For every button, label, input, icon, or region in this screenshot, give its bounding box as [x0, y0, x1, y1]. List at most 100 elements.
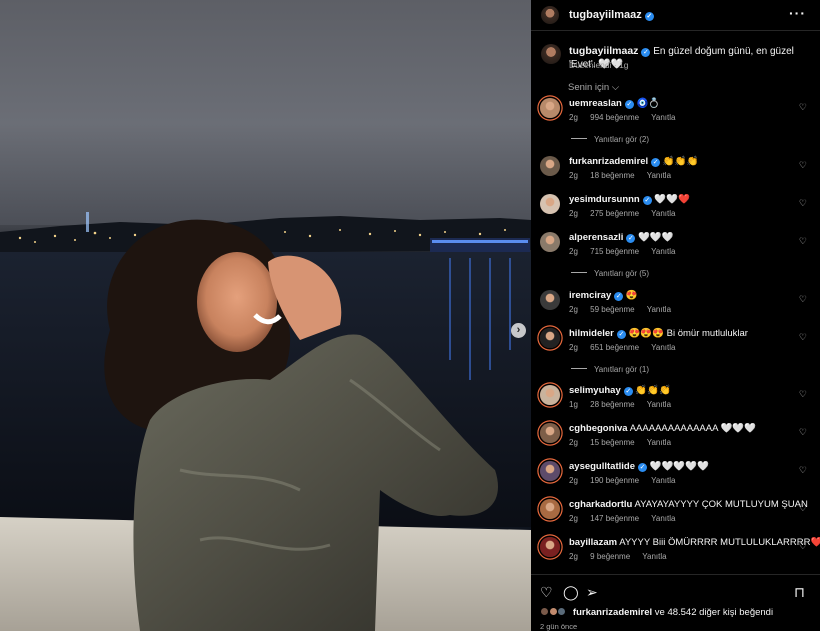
comment-body: 👏👏👏 — [635, 385, 671, 396]
comment-text-line: uemreaslan ✓ 🧿💍 — [569, 98, 789, 110]
comment-item: uemreaslan ✓ 🧿💍 2g 994 beğenme Yanıtla ♡ — [531, 98, 820, 136]
comment-likes[interactable]: 994 beğenme — [590, 113, 639, 122]
comment-text-line: iremciray ✓ 😍 — [569, 290, 789, 302]
comment-text-line: cghbegoniva AAAAAAAAAAAAAA 🤍🤍🤍 — [569, 423, 789, 435]
reply-button[interactable]: Yanıtla — [651, 343, 675, 352]
comment-item: hilmideler ✓ 😍😍😍 Bi ömür mutluluklar 2g 6… — [531, 328, 820, 366]
commenter-username[interactable]: alperensazli — [569, 232, 623, 243]
comment-meta: 2g 275 beğenme Yanıtla — [569, 209, 685, 218]
verified-badge-icon: ✓ — [623, 387, 633, 396]
chevron-down-icon: ⌵ — [611, 82, 620, 93]
comment-likes[interactable]: 28 beğenme — [590, 400, 634, 409]
comment-body: 🤍🤍🤍🤍🤍 — [649, 461, 709, 472]
comment-like-heart-icon[interactable]: ♡ — [799, 236, 807, 247]
more-options-icon[interactable]: ··· — [789, 5, 806, 21]
view-replies-button[interactable]: Yanıtları gör (5) — [571, 269, 649, 278]
comment-likes[interactable]: 18 beğenme — [590, 171, 634, 180]
commenter-username[interactable]: iremciray — [569, 290, 611, 301]
next-image-button[interactable]: › — [511, 323, 526, 338]
comment-age: 1g — [569, 400, 578, 409]
commenter-avatar[interactable] — [540, 232, 560, 252]
view-replies-button[interactable]: Yanıtları gör (1) — [571, 365, 649, 374]
comment-like-heart-icon[interactable]: ♡ — [799, 102, 807, 113]
comment-like-heart-icon[interactable]: ♡ — [799, 294, 807, 305]
author-avatar[interactable] — [541, 6, 559, 24]
commenter-avatar[interactable] — [540, 499, 560, 519]
comment-meta: 2g 190 beğenme Yanıtla — [569, 476, 685, 485]
comment-like-heart-icon[interactable]: ♡ — [799, 198, 807, 209]
reply-button[interactable]: Yanıtla — [651, 247, 675, 256]
commenter-avatar[interactable] — [540, 461, 560, 481]
comment-like-heart-icon[interactable]: ♡ — [799, 541, 807, 552]
view-replies-button[interactable]: Yanıtları gör (2) — [571, 135, 649, 144]
save-bookmark-icon[interactable]: ⊓ — [794, 584, 805, 601]
commenter-username[interactable]: furkanrizademirel — [569, 156, 648, 167]
reply-button[interactable]: Yanıtla — [642, 552, 666, 561]
reply-button[interactable]: Yanıtla — [647, 400, 671, 409]
comment-likes[interactable]: 190 beğenme — [590, 476, 639, 485]
comment-like-heart-icon[interactable]: ♡ — [799, 503, 807, 514]
reply-button[interactable]: Yanıtla — [651, 476, 675, 485]
comment-like-heart-icon[interactable]: ♡ — [799, 389, 807, 400]
commenter-avatar[interactable] — [540, 328, 560, 348]
verified-badge-icon: ✓ — [624, 100, 634, 109]
commenter-username[interactable]: selimyuhay — [569, 385, 621, 396]
comment-item: cghbegoniva AAAAAAAAAAAAAA 🤍🤍🤍 2g 15 beğ… — [531, 423, 820, 461]
author-username[interactable]: tugbayiilmaaz ✓ — [569, 9, 654, 21]
liked-by-user[interactable]: furkanrizademirel — [573, 607, 652, 618]
caption-avatar[interactable] — [541, 44, 561, 64]
comment-like-heart-icon[interactable]: ♡ — [799, 427, 807, 438]
reply-button[interactable]: Yanıtla — [647, 305, 671, 314]
commenter-avatar[interactable] — [540, 98, 560, 118]
verified-badge-icon: ✓ — [614, 292, 624, 301]
liker-avatar — [540, 607, 549, 616]
commenter-username[interactable]: cgharkadortlu — [569, 499, 632, 510]
comment-like-heart-icon[interactable]: ♡ — [799, 160, 807, 171]
comment-age: 2g — [569, 552, 578, 561]
comment-body: 👏👏👏 — [662, 156, 699, 167]
commenter-username[interactable]: cghbegoniva — [569, 423, 628, 434]
commenter-username[interactable]: hilmideler — [569, 328, 614, 339]
reply-button[interactable]: Yanıtla — [651, 113, 675, 122]
comment-body: 😍 — [625, 290, 638, 301]
comment-likes[interactable]: 147 beğenme — [590, 514, 639, 523]
comment-age: 2g — [569, 209, 578, 218]
commenter-avatar[interactable] — [540, 385, 560, 405]
comment-like-heart-icon[interactable]: ♡ — [799, 332, 807, 343]
commenter-username[interactable]: yesimdursunnn — [569, 194, 640, 205]
comment-likes[interactable]: 59 beğenme — [590, 305, 634, 314]
commenter-avatar[interactable] — [540, 156, 560, 176]
caption-username[interactable]: tugbayiilmaaz — [569, 45, 638, 57]
comment-icon[interactable]: ◯ — [563, 584, 579, 601]
commenter-username[interactable]: uemreaslan — [569, 98, 622, 109]
reply-button[interactable]: Yanıtla — [651, 514, 675, 523]
like-heart-icon[interactable]: ♡ — [540, 584, 553, 601]
reply-button[interactable]: Yanıtla — [647, 171, 671, 180]
commenter-username[interactable]: aysegulltatlide — [569, 461, 635, 472]
comment-sort-dropdown[interactable]: Senin için ⌵ — [568, 82, 619, 93]
liker-avatar — [557, 607, 567, 616]
comment-like-heart-icon[interactable]: ♡ — [799, 465, 807, 476]
commenter-avatar[interactable] — [540, 537, 560, 557]
comment-likes[interactable]: 275 beğenme — [590, 209, 639, 218]
commenter-username[interactable]: bayillazam — [569, 537, 617, 548]
comment-age: 2g — [569, 247, 578, 256]
comment-meta: 2g 651 beğenme Yanıtla — [569, 343, 685, 352]
liker-avatar — [548, 607, 558, 616]
comment-meta: 2g 15 beğenme Yanıtla — [569, 438, 681, 447]
commenter-avatar[interactable] — [540, 423, 560, 443]
reply-button[interactable]: Yanıtla — [647, 438, 671, 447]
comment-text-line: selimyuhay ✓ 👏👏👏 — [569, 385, 789, 397]
post-details-panel: tugbayiilmaaz ✓ ··· tugbayiilmaaz ✓ En güz… — [531, 0, 820, 631]
commenter-avatar[interactable] — [540, 194, 560, 214]
comment-likes[interactable]: 651 beğenme — [590, 343, 639, 352]
photo-scene — [0, 0, 531, 631]
share-send-icon[interactable]: ➢ — [586, 584, 598, 601]
comment-likes[interactable]: 9 beğenme — [590, 552, 630, 561]
commenter-avatar[interactable] — [540, 290, 560, 310]
comment-likes[interactable]: 15 beğenme — [590, 438, 634, 447]
comment-likes[interactable]: 715 beğenme — [590, 247, 639, 256]
reply-button[interactable]: Yanıtla — [651, 209, 675, 218]
likes-summary[interactable]: furkanrizademirel ve 48.542 diğer kişi b… — [540, 607, 773, 618]
comment-text-line: bayillazam AYYYY Biii ÖMÜRRRR MUTLULUKLA… — [569, 537, 820, 549]
